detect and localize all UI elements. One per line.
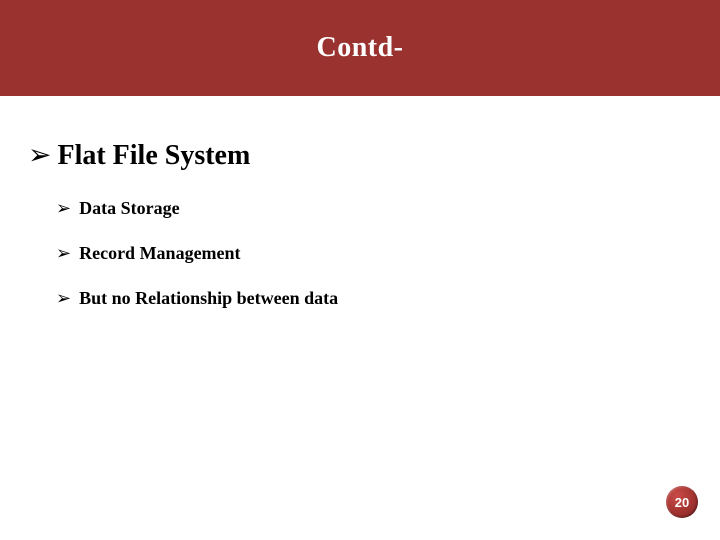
list-item: ➢ Data Storage xyxy=(56,198,680,219)
list-item: ➢ But no Relationship between data xyxy=(56,288,680,309)
main-item-label: Flat File System xyxy=(57,140,250,172)
arrow-icon: ➢ xyxy=(56,244,71,262)
list-item: ➢ Record Management xyxy=(56,243,680,264)
slide: Contd- ➢ Flat File System ➢ Data Storage… xyxy=(0,0,720,540)
content-area: ➢ Flat File System ➢ Data Storage ➢ Reco… xyxy=(28,140,680,333)
sub-item-label: Record Management xyxy=(79,243,240,264)
title-bar: Contd- xyxy=(0,0,720,96)
arrow-icon: ➢ xyxy=(28,142,51,170)
arrow-icon: ➢ xyxy=(56,289,71,307)
sub-item-label: But no Relationship between data xyxy=(79,288,338,309)
page-number: 20 xyxy=(675,495,689,510)
page-number-badge: 20 xyxy=(666,486,698,518)
sub-item-label: Data Storage xyxy=(79,198,179,219)
main-bullet-item: ➢ Flat File System xyxy=(28,140,680,172)
sub-list: ➢ Data Storage ➢ Record Management ➢ But… xyxy=(56,198,680,309)
slide-title: Contd- xyxy=(316,32,403,64)
arrow-icon: ➢ xyxy=(56,199,71,217)
